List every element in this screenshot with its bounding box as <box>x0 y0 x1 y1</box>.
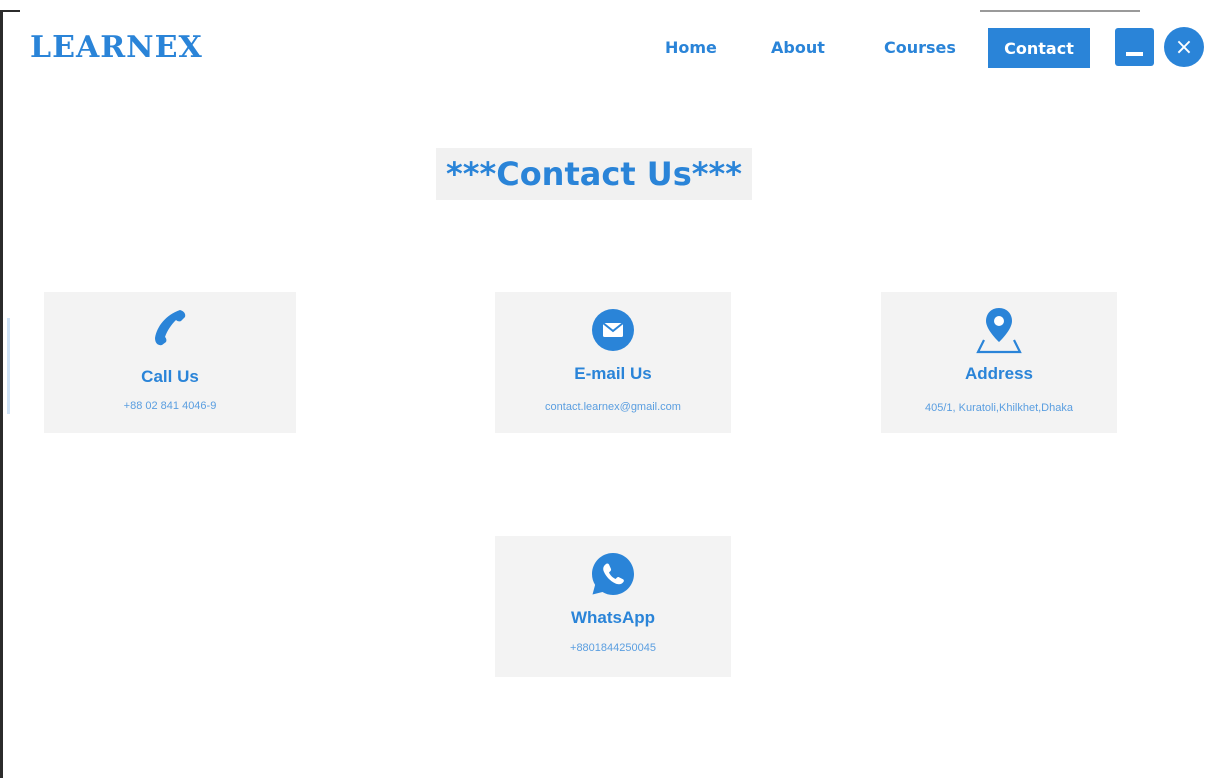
phone-icon <box>150 306 190 351</box>
card-label: WhatsApp <box>570 608 656 627</box>
minimize-button[interactable] <box>1115 28 1154 66</box>
minimize-icon <box>1126 52 1143 56</box>
nav-contact-active[interactable]: Contact <box>988 28 1090 68</box>
card-label: E-mail Us <box>574 364 652 383</box>
contact-card-address[interactable]: Address 405/1, Kuratoli,Khilkhet,Dhaka <box>881 292 1117 433</box>
card-detail[interactable]: +88 02 841 4046-9 <box>44 400 296 412</box>
card-detail[interactable]: 405/1, Kuratoli,Khilkhet,Dhaka <box>881 402 1117 414</box>
nav-courses[interactable]: Courses <box>884 38 956 57</box>
close-button[interactable]: × <box>1164 27 1204 67</box>
contact-card-email[interactable]: E-mail Us contact.learnex@gmail.com <box>495 292 731 433</box>
side-accent-strip <box>7 318 10 414</box>
contact-card-whatsapp[interactable]: WhatsApp +8801844250045 <box>495 536 731 677</box>
window-top-border <box>0 10 20 12</box>
window-left-border <box>0 10 3 778</box>
card-label: Address <box>964 364 1034 383</box>
contact-card-call[interactable]: Call Us +88 02 841 4046-9 <box>44 292 296 433</box>
envelope-icon <box>591 308 635 357</box>
map-pin-icon <box>974 306 1024 361</box>
card-detail[interactable]: +8801844250045 <box>495 642 731 654</box>
card-detail[interactable]: contact.learnex@gmail.com <box>495 401 731 413</box>
close-icon: × <box>1174 34 1194 60</box>
nav-home[interactable]: Home <box>665 38 717 57</box>
page-title: ***Contact Us*** <box>436 148 752 200</box>
whatsapp-icon <box>589 550 637 603</box>
app-logo[interactable]: LEARNEX <box>30 30 203 65</box>
nav-about[interactable]: About <box>771 38 825 57</box>
card-label: Call Us <box>141 367 199 386</box>
window-top-border-right <box>980 10 1140 12</box>
